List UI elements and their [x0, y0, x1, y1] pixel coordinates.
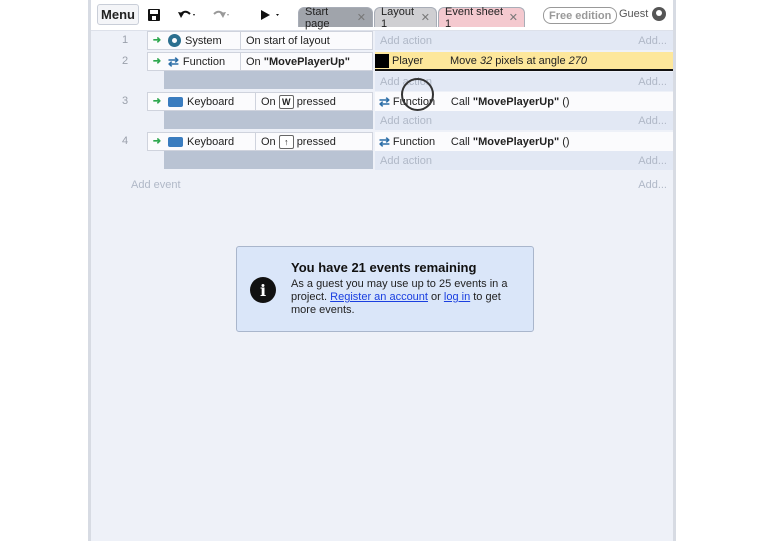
- condition-prefix: On: [261, 95, 276, 108]
- event-1-condition[interactable]: ➜ System On start of layout: [147, 31, 373, 50]
- action-suffix: (): [559, 135, 570, 148]
- condition-arrow-icon: ➜: [152, 56, 162, 67]
- action-object: Player: [392, 54, 424, 67]
- event-2-action[interactable]: Player Move 32 pixels at angle 270: [375, 52, 673, 71]
- event-3-actions: Add action Add...: [375, 111, 673, 130]
- gear-icon: [168, 34, 181, 47]
- event-4-condition[interactable]: ➜ Keyboard On ↑ pressed: [147, 132, 373, 151]
- notice-title: You have 21 events remaining: [291, 260, 477, 275]
- condition-arrow-icon: ➜: [152, 35, 162, 46]
- action-prefix: Move: [450, 54, 480, 67]
- action-prefix: Call: [450, 135, 473, 148]
- object-cell: System: [166, 32, 241, 49]
- login-link[interactable]: log in: [444, 291, 470, 303]
- action-text: Call "MovePlayerUp" (): [445, 96, 570, 108]
- toolbar: Menu Start page ✕ Layout 1 ✕ Event sheet…: [91, 0, 673, 31]
- function-name: "MovePlayerUp": [472, 95, 560, 108]
- key-icon: W: [278, 94, 294, 109]
- play-icon[interactable]: [257, 4, 283, 25]
- function-name: "MovePlayerUp": [472, 135, 560, 148]
- condition-suffix: pressed: [296, 135, 336, 148]
- condition-text: On ↑ pressed: [256, 134, 336, 149]
- notice-text: or: [427, 291, 444, 303]
- tab-label: Start page: [305, 5, 330, 30]
- tab-start-page[interactable]: Start page ✕: [298, 5, 373, 30]
- event-gap: [164, 151, 373, 169]
- register-link[interactable]: Register an account: [330, 291, 428, 303]
- info-icon: i: [250, 277, 276, 303]
- condition-text: On "MovePlayerUp": [241, 56, 350, 68]
- function-icon: ⇄: [379, 133, 390, 149]
- function-icon: ⇄: [379, 93, 390, 109]
- condition-text: On Wpressed: [256, 94, 336, 109]
- condition-prefix: On: [246, 55, 264, 68]
- action-suffix: (): [559, 95, 570, 108]
- close-icon[interactable]: ✕: [509, 11, 518, 24]
- menu-button[interactable]: Menu: [97, 4, 139, 25]
- event-number: 1: [121, 34, 129, 46]
- action-object: Function: [392, 135, 436, 148]
- action-prefix: Call: [450, 95, 473, 108]
- tab-layout-1[interactable]: Layout 1 ✕: [374, 5, 437, 30]
- object-name: Function: [182, 55, 226, 68]
- action-angle: 270: [568, 54, 588, 67]
- event-number: 4: [121, 135, 129, 147]
- redo-icon[interactable]: [209, 4, 231, 25]
- add-short-link[interactable]: Add...: [638, 35, 673, 47]
- up-arrow-key-icon: ↑: [278, 134, 294, 149]
- mouse-cursor-highlight: [401, 78, 434, 111]
- user-icon[interactable]: [652, 7, 666, 21]
- event-1-actions: Add action Add...: [375, 31, 673, 50]
- function-name: "MovePlayerUp": [263, 55, 350, 68]
- function-icon: ⇄: [168, 53, 179, 69]
- object-cell: Keyboard: [166, 133, 256, 150]
- event-number: 3: [121, 95, 129, 107]
- event-gap: [164, 71, 373, 89]
- object-name: Keyboard: [187, 95, 235, 108]
- object-name: Keyboard: [187, 135, 235, 148]
- condition-suffix: pressed: [296, 95, 336, 108]
- guest-label[interactable]: Guest: [619, 8, 648, 20]
- add-short-link[interactable]: Add...: [638, 179, 673, 191]
- action-value: 32: [479, 54, 493, 67]
- object-cell: Keyboard: [166, 93, 256, 110]
- save-icon[interactable]: [145, 4, 163, 25]
- event-gap: [164, 111, 373, 129]
- condition-arrow-icon: ➜: [152, 96, 162, 107]
- player-sprite-icon: [375, 53, 389, 68]
- add-short-link[interactable]: Add...: [638, 155, 673, 167]
- condition-prefix: On: [261, 135, 276, 148]
- event-2-condition[interactable]: ➜ ⇄ Function On "MovePlayerUp": [147, 52, 373, 71]
- undo-icon[interactable]: [175, 4, 197, 25]
- object-cell: ⇄ Function: [166, 53, 241, 70]
- object-name: System: [185, 34, 222, 47]
- tab-label: Layout 1: [381, 5, 415, 30]
- action-text: Call "MovePlayerUp" (): [445, 136, 570, 148]
- action-mid: pixels at angle: [492, 54, 569, 67]
- tab-event-sheet-1[interactable]: Event sheet 1 ✕: [438, 5, 525, 30]
- add-action-link[interactable]: Add action: [375, 35, 432, 47]
- close-icon[interactable]: ✕: [357, 11, 366, 24]
- add-short-link[interactable]: Add...: [638, 115, 673, 127]
- condition-text: On start of layout: [246, 34, 330, 47]
- add-short-link[interactable]: Add...: [638, 76, 673, 88]
- event-number: 2: [121, 55, 129, 67]
- add-event-row: Add event Add...: [131, 175, 673, 194]
- close-icon[interactable]: ✕: [421, 11, 430, 24]
- condition-arrow-icon: ➜: [152, 136, 162, 147]
- tab-label: Event sheet 1: [445, 5, 504, 30]
- free-edition-badge[interactable]: Free edition: [543, 7, 618, 24]
- action-text: Move 32 pixels at angle 270: [442, 55, 587, 67]
- events-remaining-notice: i You have 21 events remaining As a gues…: [236, 246, 534, 332]
- add-action-link[interactable]: Add action: [375, 155, 432, 167]
- add-action-link[interactable]: Add action: [375, 115, 432, 127]
- event-3-condition[interactable]: ➜ Keyboard On Wpressed: [147, 92, 373, 111]
- event-4-action[interactable]: ⇄ Function Call "MovePlayerUp" (): [375, 132, 673, 151]
- keyboard-icon: [168, 136, 183, 147]
- notice-body: As a guest you may use up to 25 events i…: [291, 278, 521, 317]
- add-event-link[interactable]: Add event: [131, 179, 181, 191]
- event-4-actions: Add action Add...: [375, 151, 673, 170]
- keyboard-icon: [168, 96, 183, 107]
- editor-frame: Menu Start page ✕ Layout 1 ✕ Event sheet…: [88, 0, 676, 541]
